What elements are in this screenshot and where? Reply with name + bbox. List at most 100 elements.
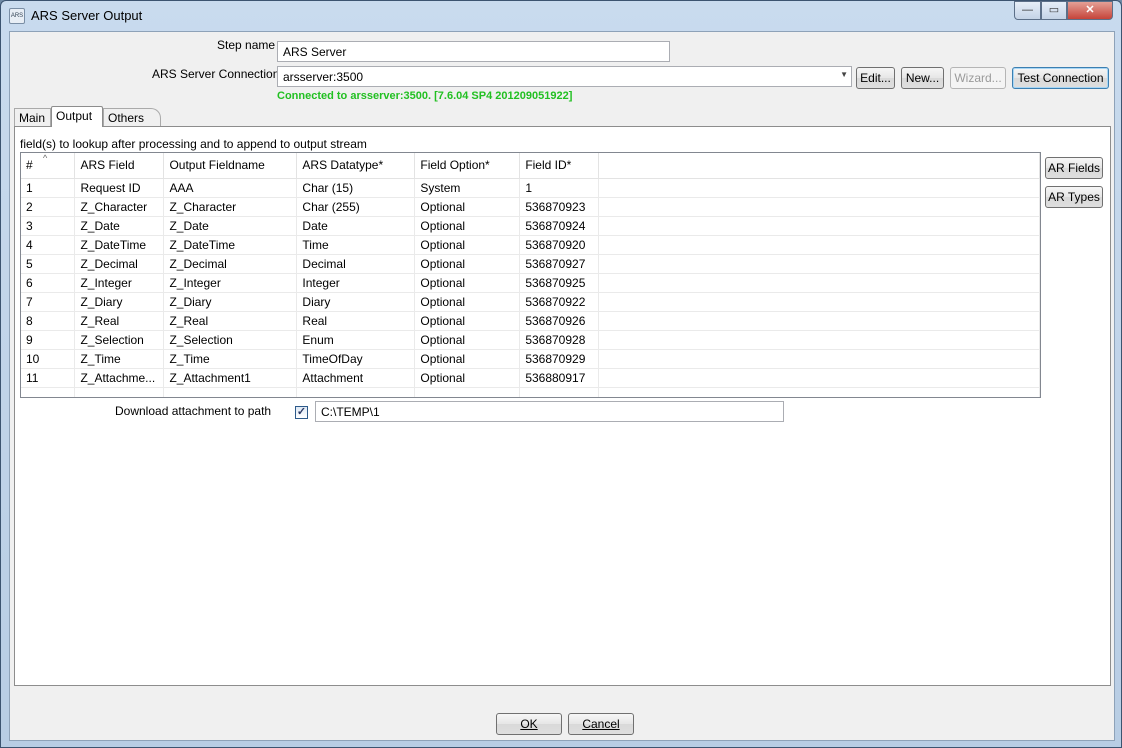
ar-types-button[interactable]: AR Types <box>1045 186 1103 208</box>
table-row[interactable]: 1 Request ID AAA Char (15) System 1 <box>21 178 1040 198</box>
ars-datatype-cell[interactable]: Time <box>296 235 416 255</box>
row-number[interactable]: 7 <box>21 292 76 312</box>
table-row[interactable]: 4 Z_DateTime Z_DateTime Time Optional 5368709… <box>21 235 1040 255</box>
field-id-cell[interactable]: 536870926 <box>519 311 600 331</box>
field-option-cell[interactable]: Optional <box>414 235 521 255</box>
ars-field-cell[interactable]: Z_Time <box>74 349 165 369</box>
row-number[interactable]: 5 <box>21 254 76 274</box>
field-option-cell[interactable]: Optional <box>414 330 521 350</box>
field-id-cell[interactable]: 1 <box>519 178 600 198</box>
field-id-cell[interactable]: 536870929 <box>519 349 600 369</box>
table-row[interactable]: 2 Z_Character Z_Character Char (255) Optiona… <box>21 197 1040 217</box>
row-number[interactable]: 2 <box>21 197 76 217</box>
ars-field-cell[interactable]: Z_DateTime <box>74 235 165 255</box>
row-number[interactable]: 6 <box>21 273 76 293</box>
row-number[interactable]: 8 <box>21 311 76 331</box>
table-row[interactable]: 8 Z_Real Z_Real Real Optional 536870926 <box>21 311 1040 331</box>
download-attachment-checkbox[interactable]: ✓ <box>295 406 308 419</box>
ars-datatype-cell[interactable]: Integer <box>296 273 416 293</box>
ars-datatype-cell[interactable]: Char (15) <box>296 178 416 198</box>
ars-field-cell[interactable]: Z_Decimal <box>74 254 165 274</box>
field-option-cell[interactable]: Optional <box>414 292 521 312</box>
field-option-cell[interactable]: Optional <box>414 349 521 369</box>
cancel-button[interactable]: Cancel <box>568 713 634 735</box>
field-id-cell[interactable]: 536870923 <box>519 197 600 217</box>
new-connection-button[interactable]: New... <box>901 67 944 89</box>
table-row[interactable]: 11 Z_Attachme... Z_Attachment1 Attachment Op… <box>21 368 1040 388</box>
empty-cell[interactable] <box>414 387 521 397</box>
row-number[interactable]: 1 <box>21 178 76 198</box>
field-option-cell[interactable]: Optional <box>414 216 521 236</box>
field-id-cell[interactable]: 536870925 <box>519 273 600 293</box>
ars-field-cell[interactable]: Z_Date <box>74 216 165 236</box>
table-row[interactable]: 5 Z_Decimal Z_Decimal Decimal Optional 536870… <box>21 254 1040 274</box>
ars-field-cell[interactable]: Z_Selection <box>74 330 165 350</box>
output-fieldname-cell[interactable]: Z_Attachment1 <box>163 368 298 388</box>
field-option-cell[interactable]: Optional <box>414 197 521 217</box>
step-name-input[interactable]: ARS Server <box>277 41 670 62</box>
column-header-ars-datatype[interactable]: ARS Datatype* <box>296 153 416 179</box>
ars-datatype-cell[interactable]: Char (255) <box>296 197 416 217</box>
maximize-button[interactable]: ▭ <box>1041 1 1067 20</box>
field-option-cell[interactable]: System <box>414 178 521 198</box>
output-fieldname-cell[interactable]: Z_DateTime <box>163 235 298 255</box>
ars-field-cell[interactable]: Z_Attachme... <box>74 368 165 388</box>
output-fieldname-cell[interactable]: Z_Real <box>163 311 298 331</box>
output-fields-table[interactable]: ^ # ARS Field Output Fieldname ARS Dataty… <box>20 152 1041 398</box>
row-number[interactable]: 11 <box>21 368 76 388</box>
ars-datatype-cell[interactable]: TimeOfDay <box>296 349 416 369</box>
ars-datatype-cell[interactable]: Decimal <box>296 254 416 274</box>
tab-main[interactable]: Main <box>14 108 51 126</box>
field-id-cell[interactable]: 536870920 <box>519 235 600 255</box>
table-row[interactable]: 9 Z_Selection Z_Selection Enum Optional 53687… <box>21 330 1040 350</box>
chevron-down-icon[interactable]: ▼ <box>840 70 848 79</box>
output-fieldname-cell[interactable]: Z_Diary <box>163 292 298 312</box>
table-row[interactable]: 7 Z_Diary Z_Diary Diary Optional 536870922 <box>21 292 1040 312</box>
row-number[interactable]: 9 <box>21 330 76 350</box>
row-number[interactable]: 3 <box>21 216 76 236</box>
column-header-field-id[interactable]: Field ID* <box>519 153 600 179</box>
output-fieldname-cell[interactable]: AAA <box>163 178 298 198</box>
ars-datatype-cell[interactable]: Real <box>296 311 416 331</box>
ars-datatype-cell[interactable]: Attachment <box>296 368 416 388</box>
field-option-cell[interactable]: Optional <box>414 254 521 274</box>
empty-cell[interactable] <box>74 387 165 397</box>
wizard-button[interactable]: Wizard... <box>950 67 1006 89</box>
field-option-cell[interactable]: Optional <box>414 368 521 388</box>
empty-cell[interactable] <box>598 387 1040 397</box>
output-fieldname-cell[interactable]: Z_Time <box>163 349 298 369</box>
ars-datatype-cell[interactable]: Date <box>296 216 416 236</box>
column-header-ars-field[interactable]: ARS Field <box>74 153 165 179</box>
table-row[interactable]: 10 Z_Time Z_Time TimeOfDay Optional 536870929 <box>21 349 1040 369</box>
field-id-cell[interactable]: 536870922 <box>519 292 600 312</box>
empty-cell[interactable] <box>296 387 416 397</box>
field-id-cell[interactable]: 536870927 <box>519 254 600 274</box>
output-fieldname-cell[interactable]: Z_Character <box>163 197 298 217</box>
edit-connection-button[interactable]: Edit... <box>856 67 895 89</box>
download-path-input[interactable]: C:\TEMP\1 <box>315 401 784 422</box>
column-header-output-fieldname[interactable]: Output Fieldname <box>163 153 298 179</box>
close-button[interactable]: ✕ <box>1067 1 1113 20</box>
title-bar[interactable]: ARS ARS Server Output — ▭ ✕ <box>1 1 1121 31</box>
ar-fields-button[interactable]: AR Fields <box>1045 157 1103 179</box>
test-connection-button[interactable]: Test Connection <box>1012 67 1109 89</box>
column-header-field-option[interactable]: Field Option* <box>414 153 521 179</box>
ars-field-cell[interactable]: Z_Real <box>74 311 165 331</box>
field-option-cell[interactable]: Optional <box>414 273 521 293</box>
ars-datatype-cell[interactable]: Diary <box>296 292 416 312</box>
field-option-cell[interactable]: Optional <box>414 311 521 331</box>
ars-field-cell[interactable]: Z_Integer <box>74 273 165 293</box>
ars-datatype-cell[interactable]: Enum <box>296 330 416 350</box>
empty-cell[interactable] <box>21 387 76 397</box>
output-fieldname-cell[interactable]: Z_Selection <box>163 330 298 350</box>
tab-output[interactable]: Output <box>51 106 103 127</box>
output-fieldname-cell[interactable]: Z_Decimal <box>163 254 298 274</box>
column-header-number[interactable]: ^ # <box>21 153 76 179</box>
table-row[interactable]: 6 Z_Integer Z_Integer Integer Optional 536870… <box>21 273 1040 293</box>
field-id-cell[interactable]: 536880917 <box>519 368 600 388</box>
empty-cell[interactable] <box>519 387 600 397</box>
table-row[interactable]: 3 Z_Date Z_Date Date Optional 536870924 <box>21 216 1040 236</box>
field-id-cell[interactable]: 536870928 <box>519 330 600 350</box>
ars-field-cell[interactable]: Z_Diary <box>74 292 165 312</box>
field-id-cell[interactable]: 536870924 <box>519 216 600 236</box>
